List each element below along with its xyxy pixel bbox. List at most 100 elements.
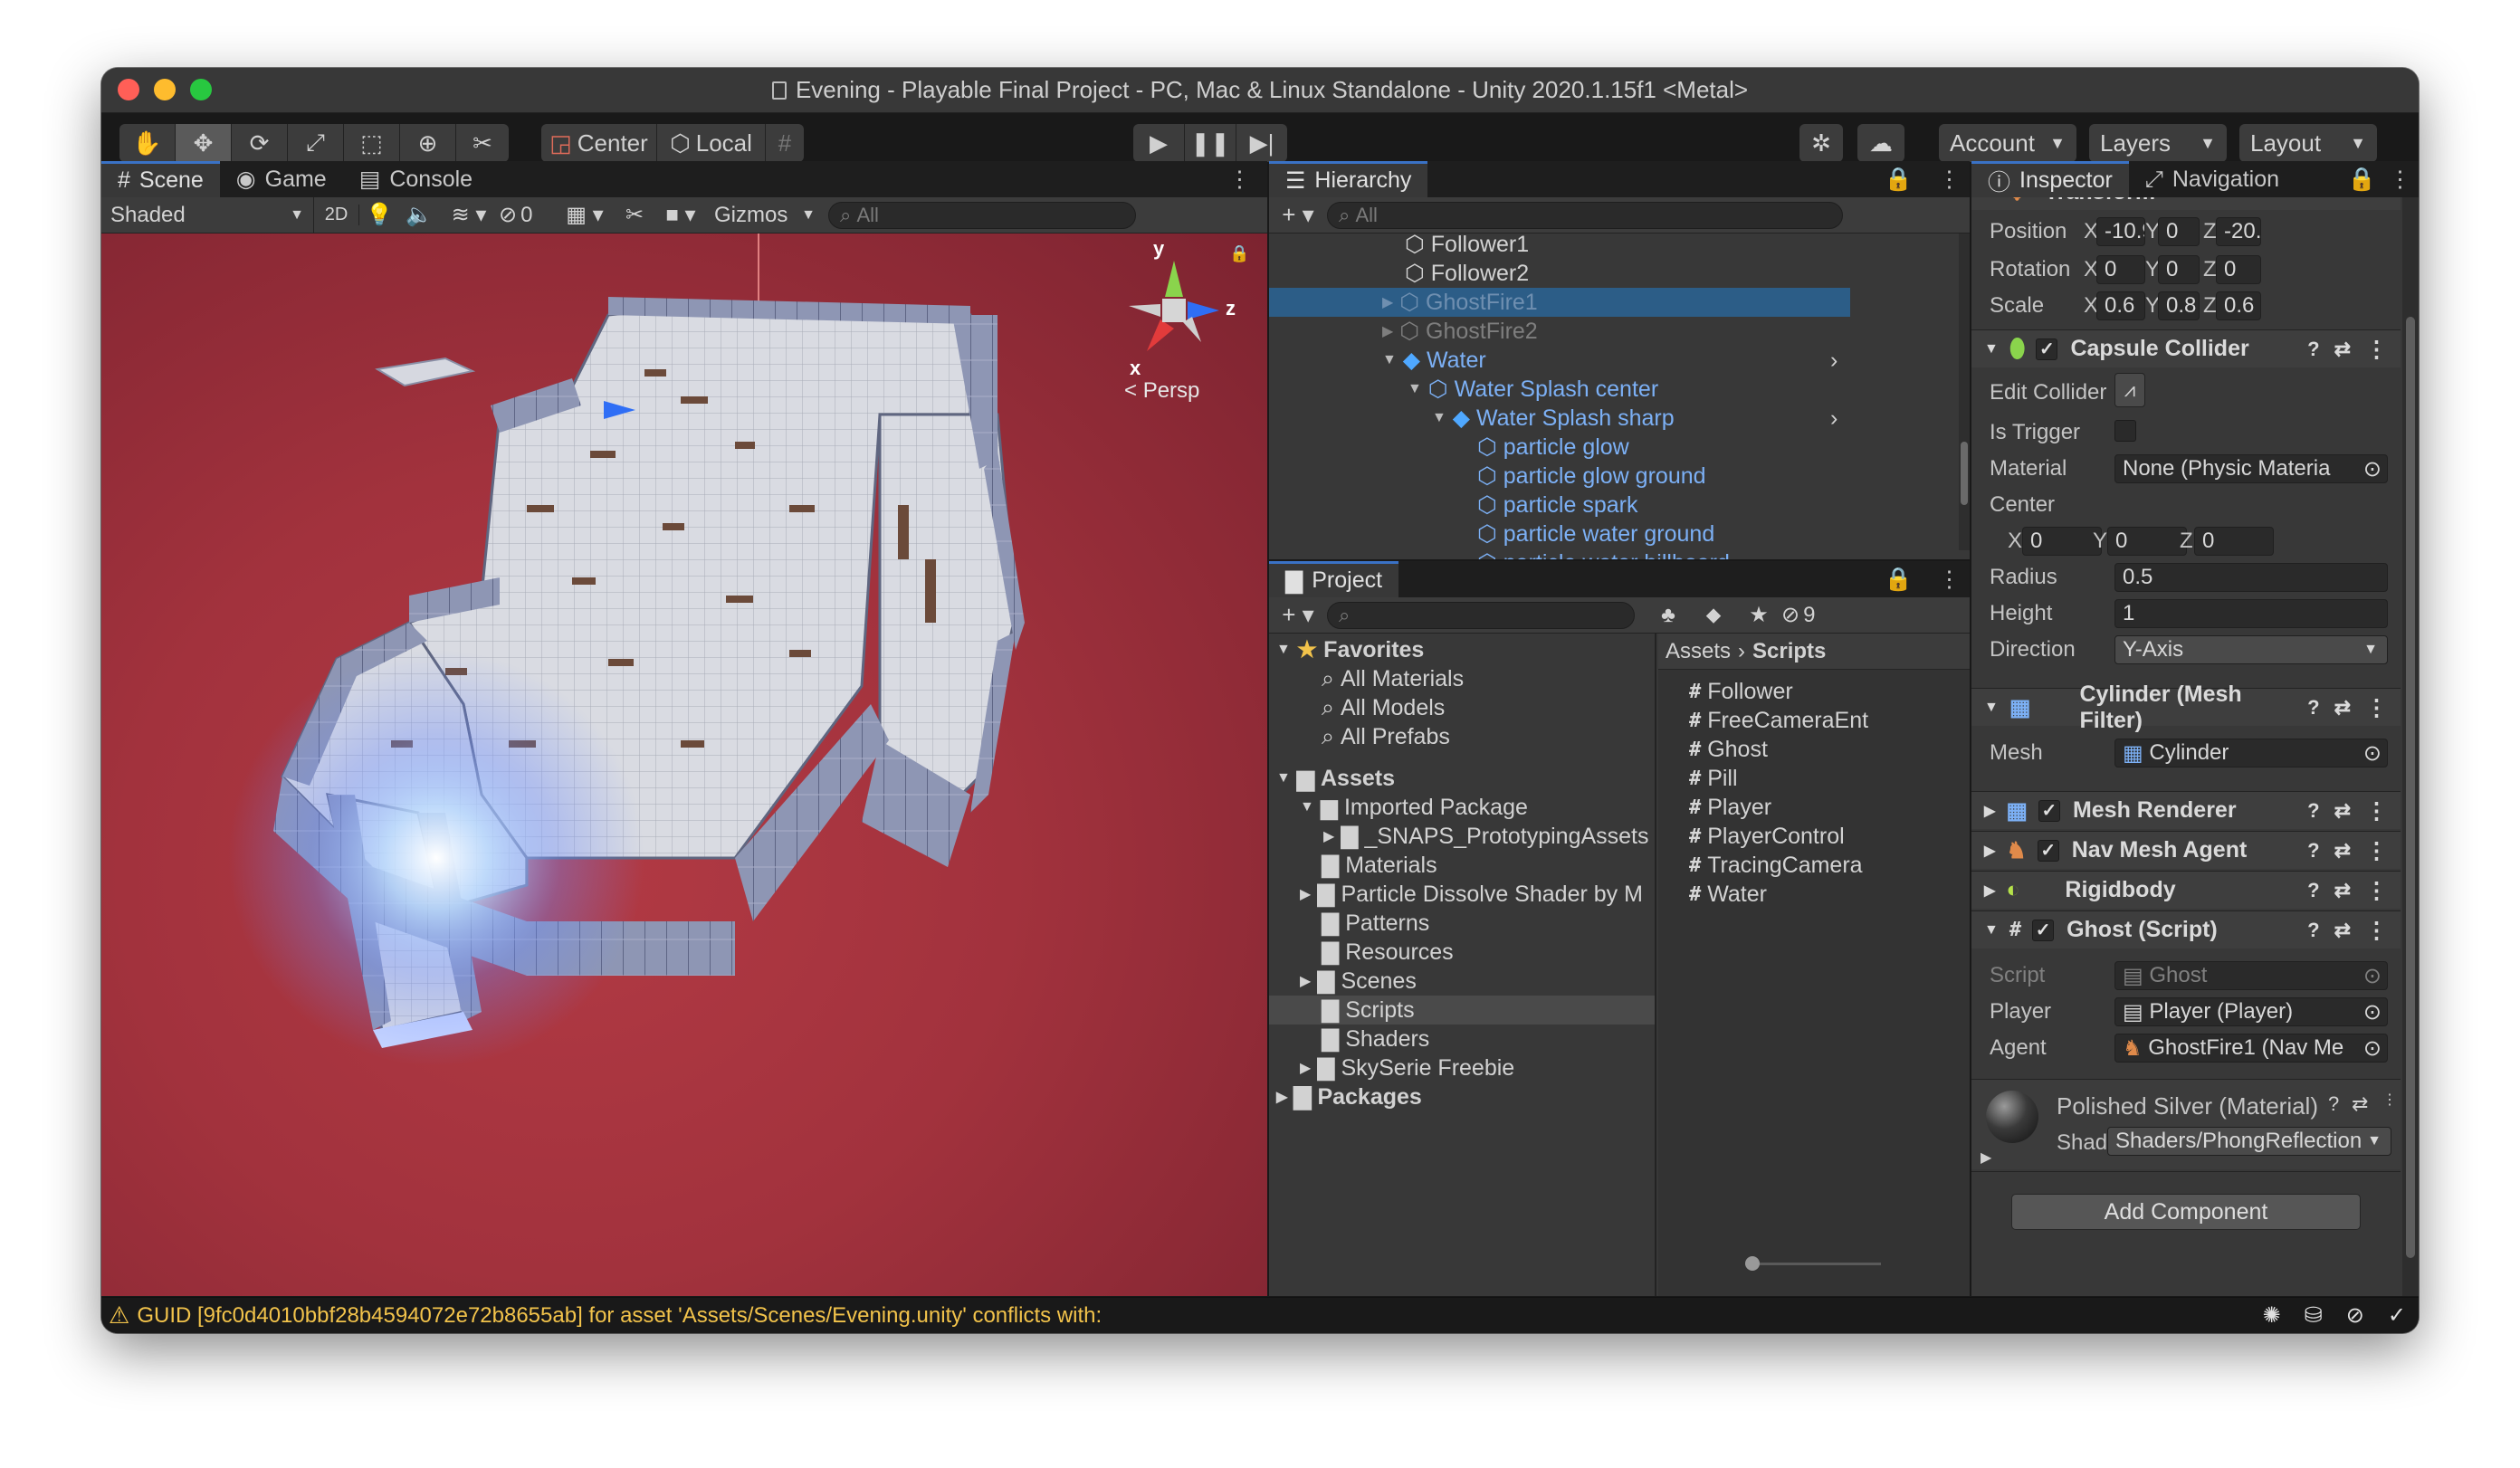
list-item[interactable]: ▼ ⬡ Water Splash center — [1408, 375, 1658, 404]
project-search-input[interactable]: ⌕ — [1327, 601, 1635, 629]
debug-icon[interactable]: ✺ — [2263, 1302, 2281, 1329]
agent-field[interactable]: ♞ GhostFire1 (Nav Me ⊙ — [2114, 1034, 2388, 1063]
project-create-button[interactable]: + ▾ — [1269, 601, 1327, 629]
rotate-tool-button[interactable]: ⟳ — [232, 124, 288, 162]
pivot-mode-button[interactable]: ◲ Center — [541, 124, 657, 162]
inspector-menu-button[interactable]: ⋮ — [2382, 161, 2419, 197]
help-icon[interactable]: ? — [2307, 799, 2319, 823]
scale-z-field[interactable]: 0.6 — [2216, 291, 2261, 320]
file-item[interactable]: # TracingCamera — [1689, 851, 1863, 880]
position-z-field[interactable]: -20.27 — [2216, 217, 2261, 246]
center-z-field[interactable]: 0 — [2194, 527, 2274, 556]
list-item[interactable]: ⬡ Follower2 — [1405, 259, 1529, 288]
file-item[interactable]: # PlayerControl — [1689, 822, 1845, 851]
list-item[interactable]: ▶ ⬡ GhostFire2 — [1382, 317, 1538, 346]
help-icon[interactable]: ? — [2307, 919, 2319, 942]
lighting-toggle[interactable]: 💡 — [359, 202, 399, 228]
kebab-icon[interactable]: ⋮ — [2365, 797, 2388, 825]
audio-toggle[interactable]: 🔈 — [399, 202, 439, 228]
add-component-button[interactable]: Add Component — [2011, 1194, 2361, 1230]
tools-toggle[interactable]: ✂ — [616, 202, 653, 228]
list-item[interactable]: ▼ ◆ Water Splash sharp — [1432, 404, 1848, 433]
transform-tool-button[interactable]: ⊕ — [400, 124, 456, 162]
position-x-field[interactable]: -10.93 — [2096, 217, 2145, 246]
edit-collider-button[interactable]: ⩘ — [2114, 373, 2145, 407]
breadcrumb-assets[interactable]: Assets — [1666, 639, 1731, 664]
icon-size-slider[interactable] — [1745, 1254, 1881, 1273]
list-item[interactable]: ⬡ particle spark — [1477, 491, 1637, 520]
position-y-field[interactable]: 0 — [2158, 217, 2200, 246]
favorites-toggle[interactable]: ★ — [1736, 602, 1781, 628]
kebab-icon[interactable]: ⋮ — [2365, 837, 2388, 864]
breadcrumb-scripts[interactable]: Scripts — [1752, 639, 1826, 664]
scene-menu-button[interactable]: ⋮ — [1212, 161, 1267, 197]
capsule-collider-enabled-checkbox[interactable]: ✓ — [2036, 338, 2058, 360]
project-menu-button[interactable]: ⋮ — [1929, 561, 1970, 597]
tab-scene[interactable]: # Scene — [101, 161, 220, 197]
hierarchy-create-button[interactable]: + ▾ — [1269, 201, 1327, 229]
hierarchy-search-input[interactable]: ⌕ All — [1327, 201, 1843, 229]
hierarchy-menu-button[interactable]: ⋮ — [1929, 161, 1970, 197]
material-preview-sphere[interactable] — [1986, 1091, 2038, 1143]
grid-dropdown[interactable]: ▦ ▾ — [553, 202, 616, 228]
tree-item-all-materials[interactable]: ⌕ All Materials — [1322, 664, 1464, 693]
kebab-icon[interactable]: ⋮ — [2365, 694, 2388, 721]
presets-icon[interactable]: ⇄ — [2352, 1092, 2368, 1116]
layers-dropdown[interactable]: Layers ▼ — [2089, 124, 2227, 162]
direction-dropdown[interactable]: Y-Axis ▼ — [2114, 635, 2388, 664]
step-button[interactable]: ▶| — [1236, 124, 1287, 162]
kebab-icon[interactable]: ⋮ — [2365, 336, 2388, 363]
tab-navigation[interactable]: ⤢ Navigation — [2129, 161, 2296, 197]
material-field[interactable]: None (Physic Materia ⊙ — [2114, 454, 2388, 483]
rect-tool-button[interactable]: ⬚ — [344, 124, 400, 162]
presets-icon[interactable]: ⇄ — [2334, 799, 2351, 823]
object-picker-icon[interactable]: ⊙ — [2363, 1035, 2382, 1062]
center-y-field[interactable]: 0 — [2107, 527, 2187, 556]
is-trigger-checkbox[interactable] — [2114, 420, 2136, 442]
tree-item-particle-dissolve[interactable]: ▶ ▇ Particle Dissolve Shader by M — [1300, 880, 1643, 909]
object-picker-icon[interactable]: ⊙ — [2363, 740, 2382, 767]
layout-dropdown[interactable]: Layout ▼ — [2239, 124, 2377, 162]
hand-tool-button[interactable]: ✋ — [119, 124, 176, 162]
hidden-packages-toggle[interactable]: ⊘ 9 — [1781, 602, 1845, 628]
list-item[interactable]: ⬡ particle glow ground — [1477, 462, 1706, 491]
player-field[interactable]: ▤ Player (Player) ⊙ — [2114, 997, 2388, 1026]
play-button[interactable]: ▶ — [1133, 124, 1185, 162]
scale-tool-button[interactable]: ⤢ — [288, 124, 344, 162]
file-item[interactable]: # Water — [1689, 880, 1767, 909]
toggle-2d-button[interactable]: 2D — [314, 205, 359, 225]
scrollbar-thumb[interactable] — [1961, 442, 1968, 505]
kebab-icon[interactable]: ⋮ — [2365, 877, 2388, 904]
capsule-collider-header[interactable]: ▼ ⬮ ✓ Capsule Collider ? ⇄ ⋮ — [1971, 329, 2401, 367]
tree-item-materials[interactable]: ▇ Materials — [1322, 851, 1437, 880]
services-button[interactable]: ✲ — [1799, 124, 1843, 162]
help-icon[interactable]: ? — [2307, 696, 2319, 720]
help-icon[interactable]: ? — [2328, 1092, 2339, 1116]
tree-item-snaps[interactable]: ▶ ▇ _SNAPS_PrototypingAssets — [1323, 822, 1649, 851]
hierarchy-lock-button[interactable]: 🔒 — [1868, 161, 1929, 197]
orientation-gizmo[interactable]: y z x < Persp — [1106, 237, 1242, 405]
tree-item-imported-package[interactable]: ▼ ▆ Imported Package — [1300, 793, 1528, 822]
scale-y-field[interactable]: 0.8 — [2158, 291, 2200, 320]
presets-icon[interactable]: ⇄ — [2334, 919, 2351, 942]
mesh-filter-header[interactable]: ▼ ▦ Cylinder (Mesh Filter) ? ⇄ ⋮ — [1971, 682, 2401, 733]
status-message[interactable]: GUID [9fc0d4010bbf28b4594072e72b8655ab] … — [137, 1303, 1102, 1329]
prefab-open-arrow[interactable]: › — [1830, 404, 1838, 433]
tree-item-resources[interactable]: ▇ Resources — [1322, 938, 1454, 967]
file-item[interactable]: # Ghost — [1689, 735, 1768, 764]
file-item[interactable]: # Pill — [1689, 764, 1738, 793]
list-item[interactable]: ▶ ⬡ GhostFire1 — [1269, 288, 1850, 317]
mesh-renderer-header[interactable]: ▶ ▦ ✓ Mesh Renderer ? ⇄ ⋮ — [1971, 791, 2401, 829]
rotation-y-field[interactable]: 0 — [2158, 255, 2200, 284]
account-dropdown[interactable]: Account ▼ — [1939, 124, 2076, 162]
file-item[interactable]: # FreeCameraEnt — [1689, 706, 1868, 735]
presets-icon[interactable]: ⇄ — [2334, 338, 2351, 361]
kebab-icon[interactable]: ⋮ — [2382, 1091, 2397, 1109]
scene-viewport[interactable]: y z x < Persp 🔒 — [101, 234, 1267, 1296]
collab-button[interactable]: ☁ — [1857, 124, 1904, 162]
grid-snap-button[interactable]: # — [766, 124, 804, 162]
mesh-field[interactable]: ▦ Cylinder ⊙ — [2114, 739, 2388, 767]
presets-icon[interactable]: ⇄ — [2334, 839, 2351, 863]
search-by-type-button[interactable]: ♣ — [1646, 603, 1691, 628]
tree-item-scenes[interactable]: ▶ ▇ Scenes — [1300, 967, 1417, 996]
